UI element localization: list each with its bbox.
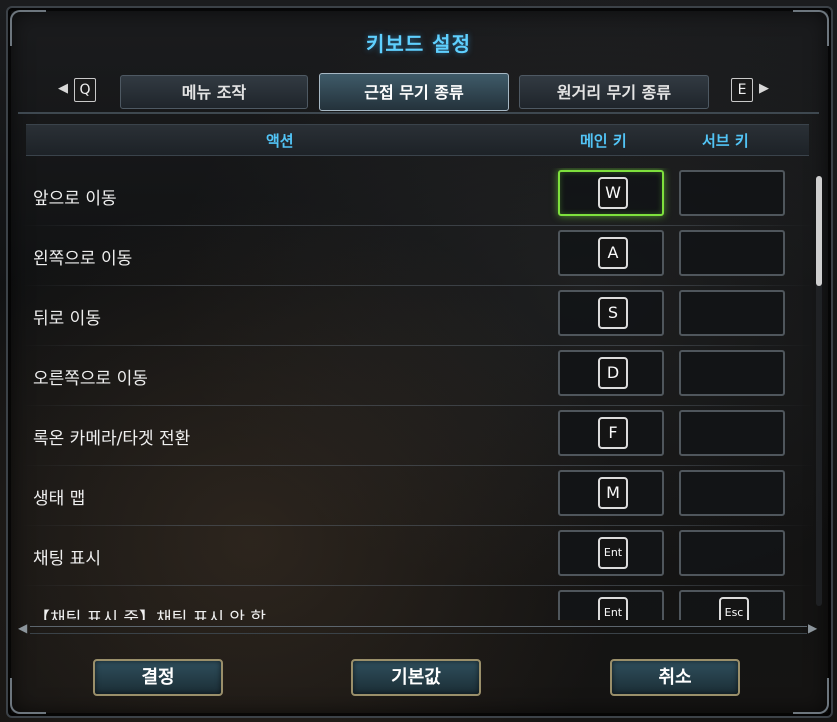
main-key-slot[interactable]: D: [558, 350, 664, 396]
sub-key-slot[interactable]: [679, 170, 785, 216]
action-label: 채팅 표시: [33, 549, 101, 569]
tab-prev-keycap[interactable]: Q: [74, 78, 96, 102]
table-row[interactable]: 생태 맵 M: [0, 468, 837, 528]
header-sub-key: 서브 키: [702, 132, 749, 150]
default-button[interactable]: 기본값: [351, 659, 481, 696]
key-glyph: D: [598, 357, 628, 389]
row-divider: [22, 225, 814, 226]
sub-key-slot[interactable]: Esc: [679, 590, 785, 620]
table-row[interactable]: 록온 카메라/타겟 전환 F: [0, 408, 837, 468]
key-glyph: Ent: [598, 537, 628, 569]
header-action: 액션: [266, 132, 294, 150]
action-label: 앞으로 이동: [33, 189, 117, 209]
sub-key-slot[interactable]: [679, 530, 785, 576]
row-divider: [22, 585, 814, 586]
table-row[interactable]: 채팅 표시 Ent: [0, 528, 837, 588]
action-label: 뒤로 이동: [33, 309, 101, 329]
footer-divider: [30, 626, 807, 634]
main-key-slot[interactable]: S: [558, 290, 664, 336]
action-label: 오른쪽으로 이동: [33, 369, 148, 389]
tab-prev-arrow-icon[interactable]: ◀: [58, 81, 68, 96]
main-key-slot[interactable]: Ent: [558, 530, 664, 576]
row-divider: [22, 405, 814, 406]
keybind-list: 앞으로 이동 W 왼쪽으로 이동 A 뒤로 이동 S 오른쪽으로 이동 D 록온…: [0, 168, 837, 620]
divider-left-ornament-icon: ◀: [18, 621, 28, 635]
table-row[interactable]: 뒤로 이동 S: [0, 288, 837, 348]
tab-ranged-weapons[interactable]: 원거리 무기 종류: [519, 75, 709, 109]
key-glyph: W: [598, 177, 628, 209]
main-key-slot[interactable]: W: [558, 170, 664, 216]
key-glyph: A: [598, 237, 628, 269]
sub-key-slot[interactable]: [679, 230, 785, 276]
frame-corner-ornament: [10, 678, 46, 714]
sub-key-slot[interactable]: [679, 410, 785, 456]
scrollbar-thumb[interactable]: [816, 176, 822, 286]
sub-key-slot[interactable]: [679, 350, 785, 396]
sub-key-slot[interactable]: [679, 470, 785, 516]
action-label: 록온 카메라/타겟 전환: [33, 429, 191, 449]
frame-corner-ornament: [793, 678, 829, 714]
tab-menu-controls[interactable]: 메뉴 조작: [120, 75, 308, 109]
key-glyph: Esc: [719, 597, 749, 620]
tab-bar: ◀ Q 메뉴 조작 근접 무기 종류 원거리 무기 종류 E ▶: [0, 73, 837, 111]
main-key-slot[interactable]: F: [558, 410, 664, 456]
action-label: 왼쪽으로 이동: [33, 249, 133, 269]
main-key-slot[interactable]: A: [558, 230, 664, 276]
action-label: 생태 맵: [33, 489, 86, 509]
row-divider: [22, 525, 814, 526]
header-main-key: 메인 키: [580, 132, 627, 150]
tab-divider: [18, 112, 819, 114]
row-divider: [22, 345, 814, 346]
dialog-title: 키보드 설정: [366, 32, 471, 56]
table-row[interactable]: 오른쪽으로 이동 D: [0, 348, 837, 408]
key-glyph: M: [598, 477, 628, 509]
table-row[interactable]: 【채팅 표시 중】채팅 표시 안 함 Ent Esc: [0, 588, 837, 620]
tab-melee-weapons[interactable]: 근접 무기 종류: [319, 73, 509, 111]
tab-next-arrow-icon[interactable]: ▶: [759, 81, 769, 96]
sub-key-slot[interactable]: [679, 290, 785, 336]
table-row[interactable]: 왼쪽으로 이동 A: [0, 228, 837, 288]
row-divider: [22, 465, 814, 466]
key-glyph: F: [598, 417, 628, 449]
tab-next-keycap[interactable]: E: [731, 78, 753, 102]
divider-right-ornament-icon: ▶: [808, 621, 818, 635]
list-scrollbar[interactable]: [816, 176, 822, 606]
table-row[interactable]: 앞으로 이동 W: [0, 168, 837, 228]
key-glyph: S: [598, 297, 628, 329]
row-divider: [22, 285, 814, 286]
main-key-slot[interactable]: Ent: [558, 590, 664, 620]
key-glyph: Ent: [598, 597, 628, 620]
action-label: 【채팅 표시 중】채팅 표시 안 함: [33, 609, 267, 620]
main-key-slot[interactable]: M: [558, 470, 664, 516]
confirm-button[interactable]: 결정: [93, 659, 223, 696]
table-header: 액션 메인 키 서브 키: [26, 124, 809, 156]
cancel-button[interactable]: 취소: [610, 659, 740, 696]
